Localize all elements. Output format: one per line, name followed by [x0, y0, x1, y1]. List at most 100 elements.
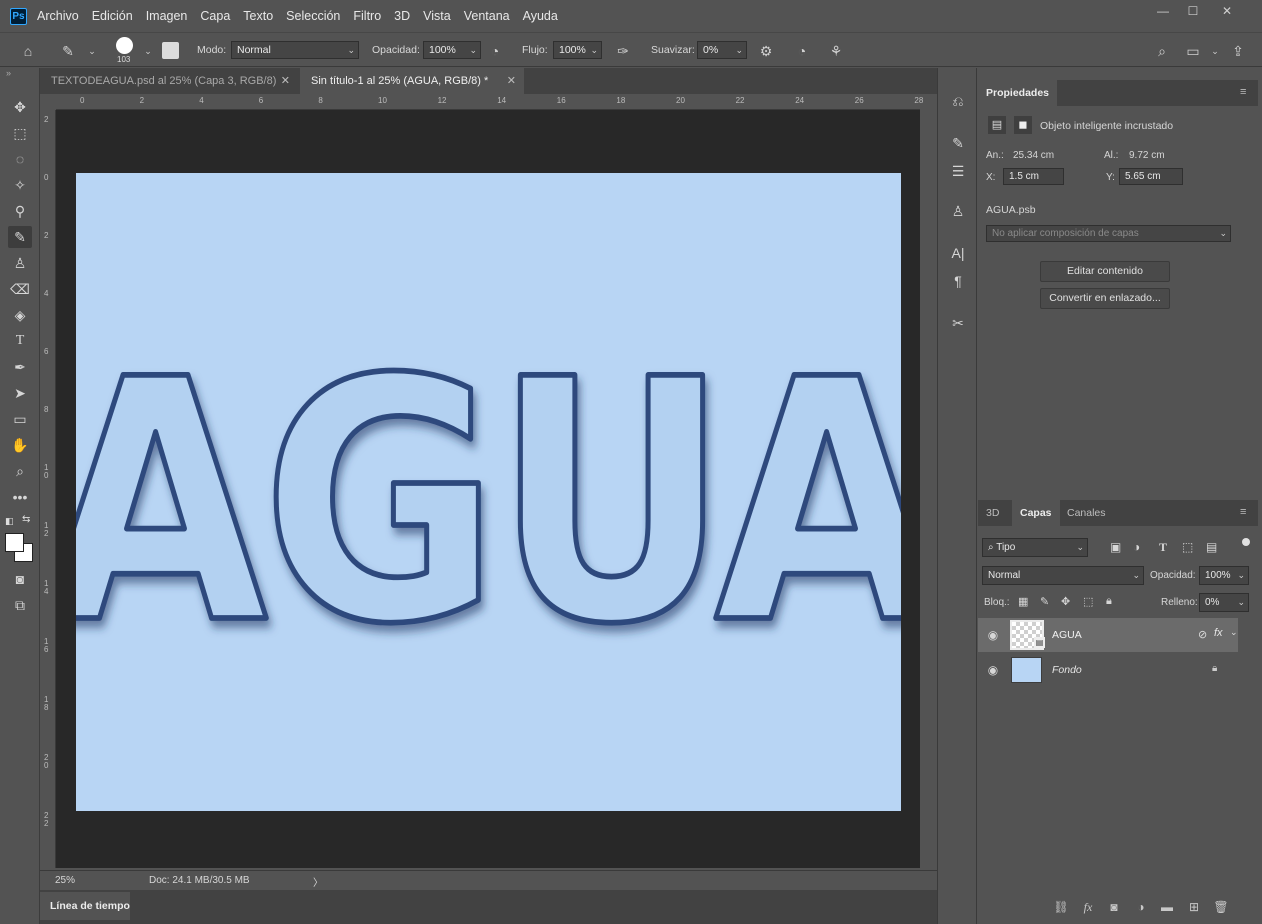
menu-vista[interactable]: Vista	[423, 9, 451, 23]
add-style-icon[interactable]: fx	[1079, 900, 1097, 916]
trash-icon[interactable]: 🗑︎	[1212, 900, 1230, 916]
smooth-field[interactable]: 0% ⌄	[697, 41, 747, 59]
minimize-button[interactable]: —	[1150, 4, 1176, 18]
convert-to-linked-button[interactable]: Convertir en enlazado...	[1040, 288, 1170, 309]
tab-textodeagua[interactable]: TEXTODEAGUA.psd al 25% (Capa 3, RGB/8) ✕	[40, 68, 298, 94]
pen-tool-icon[interactable]: ✒	[8, 356, 32, 378]
filter-toggle-icon[interactable]	[1242, 538, 1250, 546]
edit-contents-button[interactable]: Editar contenido	[1040, 261, 1170, 282]
blend-mode-select[interactable]: Normal ⌄	[982, 566, 1144, 585]
paragraph-icon[interactable]: ¶	[946, 270, 970, 292]
photoshop-logo-icon[interactable]: Ps	[10, 7, 27, 25]
eyedropper-tool-icon[interactable]: ⚲	[8, 200, 32, 222]
home-icon[interactable]: ⌂	[18, 41, 38, 61]
rectangle-tool-icon[interactable]: ▭	[8, 408, 32, 430]
maximize-button[interactable]: ☐	[1180, 4, 1206, 18]
tab-layers[interactable]: Capas	[1012, 500, 1060, 526]
layer-filter-select[interactable]: ⌕ Tipo ⌄	[982, 538, 1088, 557]
pressure-opacity-icon[interactable]: ◔	[485, 41, 505, 61]
lock-position-icon[interactable]: ✥	[1061, 595, 1070, 608]
layer-fx-badge[interactable]: fx	[1214, 627, 1223, 639]
layer-name[interactable]: AGUA	[1052, 629, 1082, 641]
zoom-level[interactable]: 25%	[55, 875, 75, 886]
menu-3d[interactable]: 3D	[394, 9, 410, 23]
panel-menu-icon[interactable]: ≡	[1240, 86, 1246, 98]
status-menu-arrow[interactable]: 〉	[313, 874, 323, 889]
flow-field[interactable]: 100% ⌄	[553, 41, 602, 59]
brush-tool-icon[interactable]: ✎	[58, 41, 78, 61]
new-adjustment-layer-icon[interactable]: ◑	[1132, 900, 1150, 916]
panel-menu-icon[interactable]: ≡	[1240, 506, 1246, 518]
add-mask-icon[interactable]: ◙	[1105, 900, 1123, 916]
menu-seleccion[interactable]: Selección	[286, 9, 340, 23]
layer-opacity-field[interactable]: 100% ⌄	[1199, 566, 1249, 585]
filter-shape-icon[interactable]: ⬚	[1182, 540, 1193, 554]
lock-artboard-icon[interactable]: ⬚	[1083, 595, 1093, 608]
collapse-icon[interactable]: »	[6, 68, 11, 78]
menu-texto[interactable]: Texto	[243, 9, 273, 23]
path-selection-tool-icon[interactable]: ➤	[8, 382, 32, 404]
layer-name[interactable]: Fondo	[1052, 664, 1082, 676]
tab-sin-titulo[interactable]: Sin título-1 al 25% (AGUA, RGB/8) * ✕	[300, 68, 524, 94]
quick-selection-tool-icon[interactable]: ✧	[8, 174, 32, 196]
mask-icon[interactable]: ◼	[1014, 116, 1032, 134]
brush-panel-toggle-icon[interactable]	[162, 42, 179, 59]
eye-icon[interactable]: ◉	[986, 628, 1000, 642]
fill-field[interactable]: 0% ⌄	[1199, 593, 1249, 612]
filter-smart-object-icon[interactable]: ▤	[1206, 540, 1217, 554]
chevron-down-icon[interactable]: ⌄	[1230, 627, 1238, 638]
link-layers-icon[interactable]: ⛓	[1052, 900, 1070, 916]
close-icon[interactable]: ✕	[507, 68, 516, 94]
layer-comp-select[interactable]: No aplicar composición de capas ⌄	[986, 225, 1231, 242]
menu-filtro[interactable]: Filtro	[353, 9, 381, 23]
close-icon[interactable]: ✕	[281, 68, 290, 94]
menu-ventana[interactable]: Ventana	[464, 9, 510, 23]
marquee-tool-icon[interactable]: ⬚	[8, 122, 32, 144]
lock-transparency-icon[interactable]: ▦	[1018, 595, 1028, 608]
stamp-tool-icon[interactable]: ♙	[8, 252, 32, 274]
lasso-tool-icon[interactable]: ◌	[8, 148, 32, 170]
layer-row-fondo[interactable]: ◉ Fondo 🔒︎	[978, 653, 1238, 687]
chevron-down-icon[interactable]: ⌄	[138, 41, 158, 61]
eraser-tool-icon[interactable]: ⌫	[8, 278, 32, 300]
brush-preview-icon[interactable]	[116, 37, 133, 54]
document-canvas[interactable]: AGUA	[41, 173, 950, 811]
airbrush-icon[interactable]: ✑	[613, 41, 633, 61]
swap-colors-icon[interactable]: ⇆	[22, 514, 30, 525]
menu-ayuda[interactable]: Ayuda	[523, 9, 558, 23]
adjustments-icon[interactable]: ☰	[946, 160, 970, 182]
eye-icon[interactable]: ◉	[986, 663, 1000, 677]
character-icon[interactable]: A|	[946, 242, 970, 264]
type-tool-icon[interactable]: T	[8, 330, 32, 352]
tools-preset-icon[interactable]: ✂	[946, 312, 970, 334]
height-value[interactable]: 9.72 cm	[1129, 150, 1165, 161]
filter-type-icon[interactable]: T	[1159, 540, 1167, 555]
blending-options-icon[interactable]: ⊘	[1198, 628, 1207, 641]
hand-tool-icon[interactable]: ✋	[8, 434, 32, 456]
tab-3d[interactable]: 3D	[978, 500, 1007, 526]
gear-icon[interactable]: ⚙	[756, 41, 776, 61]
screen-mode-icon[interactable]: ⧉	[8, 594, 32, 616]
menu-archivo[interactable]: Archivo	[37, 9, 79, 23]
tab-channels[interactable]: Canales	[1059, 500, 1114, 526]
x-field[interactable]: 1.5 cm	[1003, 168, 1064, 185]
tab-properties[interactable]: Propiedades	[978, 80, 1058, 106]
brush-tool-icon[interactable]: ✎	[8, 226, 32, 248]
new-group-icon[interactable]: ▬	[1158, 900, 1176, 916]
symmetry-butterfly-icon[interactable]: ⚘	[826, 41, 846, 61]
filter-pixel-icon[interactable]: ▣	[1110, 540, 1121, 554]
lock-icon[interactable]: 🔒︎	[1212, 663, 1217, 674]
y-field[interactable]: 5.65 cm	[1119, 168, 1183, 185]
filter-adjustment-icon[interactable]: ◑	[1133, 540, 1140, 554]
chevron-down-icon[interactable]: ⌄	[82, 41, 102, 61]
paint-bucket-tool-icon[interactable]: ◈	[8, 304, 32, 326]
move-tool-icon[interactable]: ✥	[8, 96, 32, 118]
share-icon[interactable]: ⇪	[1228, 41, 1248, 61]
width-value[interactable]: 25.34 cm	[1013, 150, 1054, 161]
layer-row-agua[interactable]: ◉ ▤ AGUA ⊘ fx ⌄	[978, 618, 1238, 652]
close-window-button[interactable]: ✕	[1214, 4, 1240, 18]
opacity-field[interactable]: 100% ⌄	[423, 41, 481, 59]
zoom-tool-icon[interactable]: ⌕	[8, 460, 32, 482]
lock-all-icon[interactable]: 🔒︎	[1106, 595, 1112, 608]
new-layer-icon[interactable]: ⊞	[1185, 900, 1203, 916]
